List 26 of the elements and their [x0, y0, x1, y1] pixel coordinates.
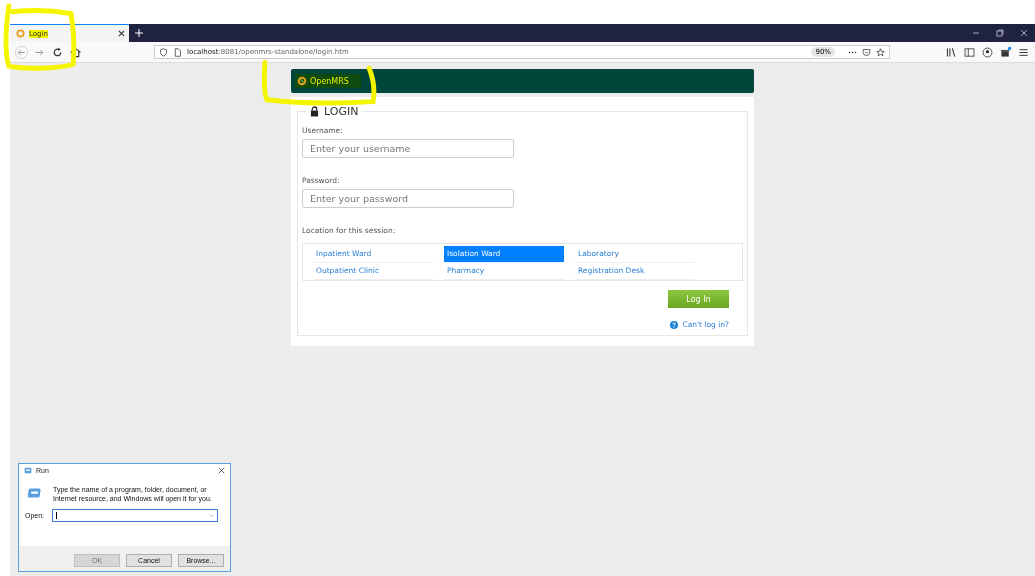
run-icon: [24, 467, 32, 474]
new-tab-icon[interactable]: [135, 29, 143, 37]
close-icon[interactable]: [218, 467, 225, 474]
reload-icon[interactable]: [51, 45, 64, 59]
close-icon[interactable]: [118, 30, 125, 37]
account-icon[interactable]: [981, 45, 994, 59]
library-icon[interactable]: [945, 45, 958, 59]
login-title: LOGIN: [324, 105, 359, 118]
login-button[interactable]: Log In: [668, 290, 729, 308]
password-field[interactable]: Enter your password: [302, 189, 514, 208]
sidebar-icon[interactable]: [963, 45, 976, 59]
username-field[interactable]: Enter your username: [302, 139, 514, 158]
logo-icon: [297, 76, 307, 86]
run-icon: [27, 487, 43, 499]
star-icon[interactable]: [876, 47, 885, 57]
pocket-icon[interactable]: [862, 47, 871, 57]
shield-icon: [159, 47, 168, 57]
page-icon: [173, 47, 182, 57]
open-combobox[interactable]: [52, 508, 218, 522]
help-icon: [670, 320, 679, 329]
restore-icon[interactable]: [995, 28, 1005, 38]
gift-icon[interactable]: [999, 45, 1012, 59]
lock-icon: [310, 106, 319, 117]
logo-icon: [16, 29, 25, 38]
openmrs-logo[interactable]: OpenMRS: [295, 74, 361, 88]
close-icon[interactable]: [1019, 28, 1029, 38]
